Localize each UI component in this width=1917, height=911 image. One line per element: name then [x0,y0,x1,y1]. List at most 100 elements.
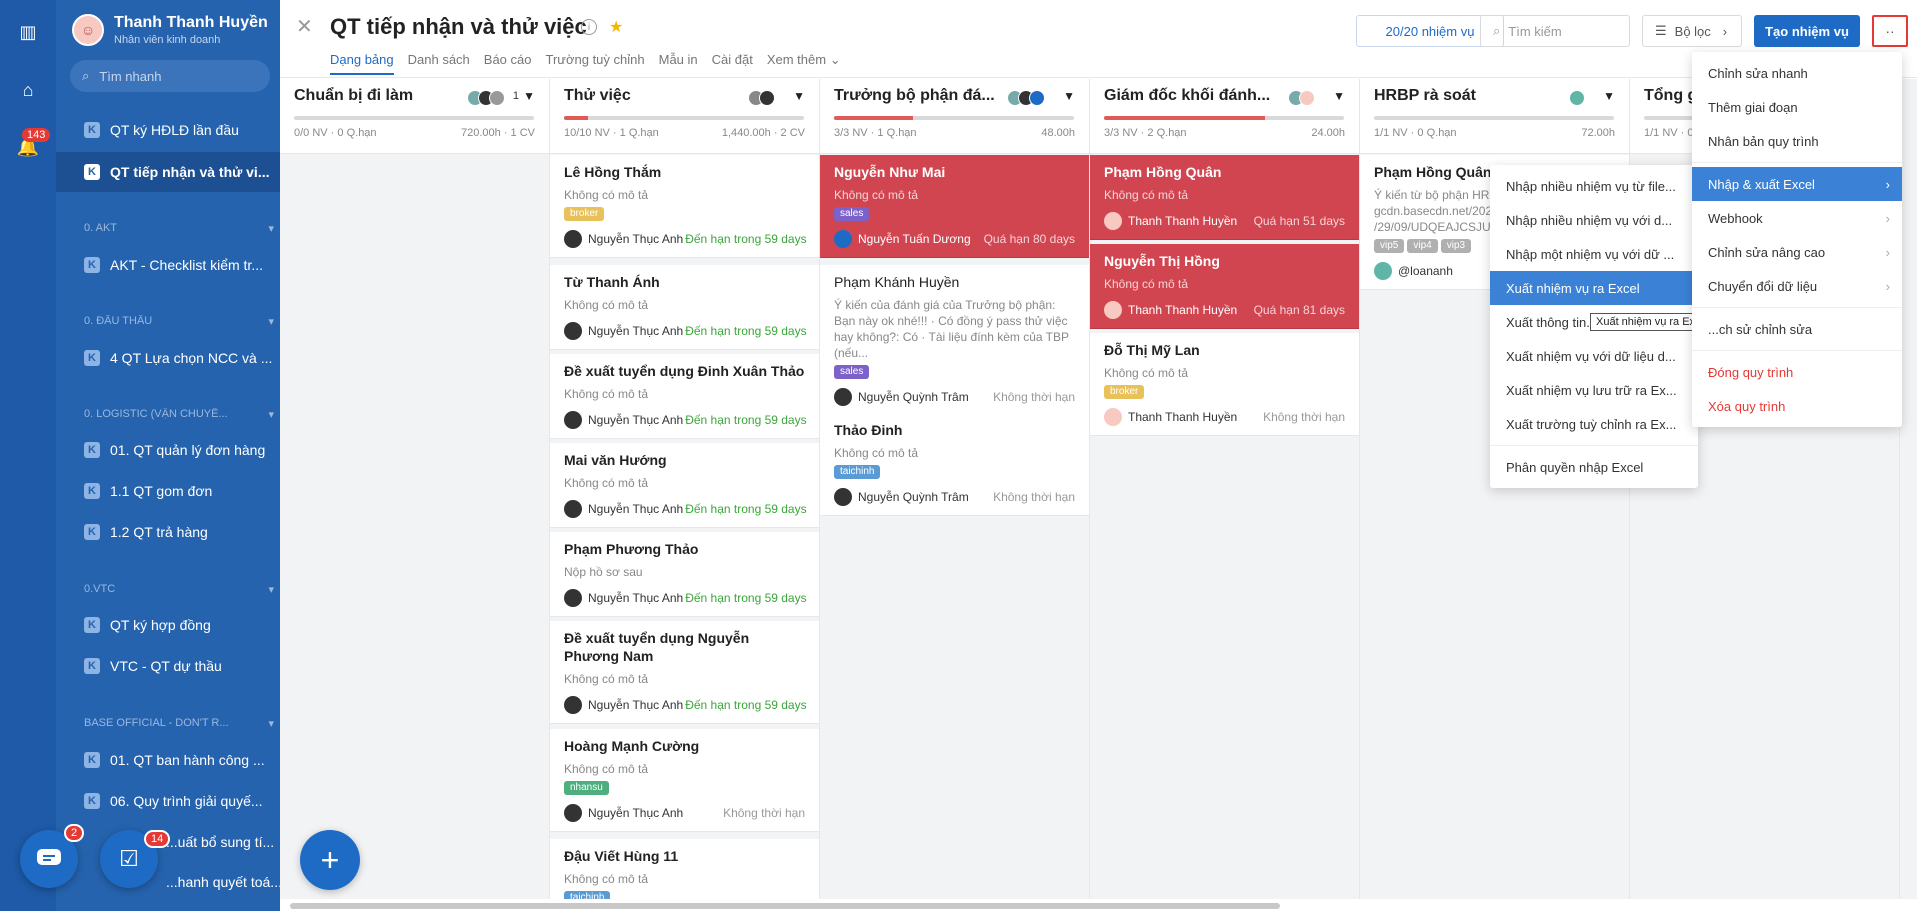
column-header[interactable]: Thử việc ▼ 10/10 NV · 1 Q.hạn 1,440.00h … [550,79,819,154]
task-card[interactable]: Đề xuất tuyển dụng Nguyễn Phương Nam Khô… [550,621,819,724]
tab-custom-fields[interactable]: Trường tuỳ chỉnh [545,52,644,75]
page-title: QT tiếp nhận và thử việc [330,14,587,39]
task-card-overdue[interactable]: Nguyễn Như Mai Không có mô tả sales Nguy… [820,155,1089,258]
sidebar-item[interactable]: K 1.1 QT gom đơn [56,471,280,511]
column-progress-fill [564,116,588,120]
task-card[interactable]: Lê Hồng Thắm Không có mô tả broker Nguyễ… [550,155,819,258]
task-card[interactable]: Mai văn Hướng Không có mô tả Nguyễn Thục… [550,443,819,528]
column-header[interactable]: Chuẩn bị đi làm 1 ▼ 0/0 NV · 0 Q.hạn 720… [280,79,549,154]
menu-item-add-stage[interactable]: Thêm giai đoạn [1692,90,1902,124]
sidebar-item[interactable]: K QT ký HĐLĐ lần đầu [56,110,280,150]
task-card[interactable]: Đỗ Thị Mỹ Lan Không có mô tả broker Than… [1090,333,1359,436]
menu-item-quick-edit[interactable]: Chỉnh sửa nhanh [1692,56,1902,90]
column-header[interactable]: Giám đốc khối đánh... ▼ 3/3 NV · 2 Q.hạn… [1090,79,1359,154]
sidebar-item[interactable]: K AKT - Checklist kiểm tr... [56,245,280,285]
menu-item-import-multiple-with-data[interactable]: Nhập nhiều nhiệm vụ với d... [1490,203,1698,237]
task-card[interactable]: Hoàng Mạnh Cường Không có mô tả nhansu N… [550,729,819,832]
task-card[interactable]: Đậu Viết Hùng 11 Không có mô tả taichinh [550,839,819,899]
sidebar-item[interactable]: K4 QT Lựa chọn NCC và ... [56,338,280,378]
process-icon: K [84,442,100,458]
sidebar-group[interactable]: 0.VTC [84,583,274,595]
task-card[interactable]: Thảo Đinh Không có mô tả taichinh Nguyễn… [820,413,1089,516]
avatar [564,411,582,429]
horizontal-scrollbar[interactable] [290,903,1280,909]
tab-list[interactable]: Danh sách [408,52,470,75]
tag: vip4 [1407,239,1438,253]
process-icon: K [84,793,100,809]
sidebar-group[interactable]: BASE OFFICIAL - DON'T R... [84,717,274,729]
task-card[interactable]: Đề xuất tuyển dụng Đinh Xuân Thảo Không … [550,354,819,439]
add-task-button[interactable]: + [300,830,360,890]
menu-item-close-process[interactable]: Đóng quy trình [1692,355,1902,389]
sidebar-group[interactable]: 0. ĐẤU THẦU [84,315,274,327]
chevron-right-icon: › [1885,278,1890,294]
column-menu-icon[interactable]: ▼ [1333,89,1345,103]
more-options-button[interactable]: ·· [1872,15,1908,47]
task-card[interactable]: Phạm Khánh Huyền Ý kiến của đánh giá của… [820,265,1089,416]
tag: taichinh [834,465,881,479]
tab-more[interactable]: Xem thêm ⌄ [767,52,841,75]
sidebar-item[interactable]: K 01. QT quản lý đơn hàng [56,430,280,470]
chat-icon [37,849,61,865]
sidebar-group[interactable]: 0. AKT [84,222,274,234]
menu-item-advanced-edit[interactable]: Chỉnh sửa nâng cao › [1692,235,1902,269]
sidebar-item[interactable]: K QT ký hợp đồng [56,605,280,645]
menu-item-duplicate-process[interactable]: Nhân bản quy trình [1692,124,1902,158]
tab-settings[interactable]: Cài đặt [712,52,753,75]
menu-item-import-from-file[interactable]: Nhập nhiều nhiệm vụ từ file... [1490,169,1698,203]
star-icon[interactable]: ★ [609,17,623,37]
menu-item-export-tasks-excel[interactable]: Xuất nhiệm vụ ra Excel [1490,271,1698,305]
avatar [834,488,852,506]
search-icon: ⌕ [1493,23,1501,38]
menu-item-convert-data[interactable]: Chuyển đổi dữ liệu › [1692,269,1902,303]
menu-item-import-permission[interactable]: Phân quyền nhập Excel [1490,450,1698,484]
column-header[interactable]: HRBP rà soát ▼ 1/1 NV · 0 Q.hạn 72.00h [1360,79,1629,154]
menu-item-export-archived[interactable]: Xuất nhiệm vụ lưu trữ ra Ex... [1490,373,1698,407]
menu-item-webhook[interactable]: Webhook › [1692,201,1902,235]
tab-print-template[interactable]: Mẫu in [659,52,698,75]
menu-item-edit-history[interactable]: ...ch sử chỉnh sửa [1692,312,1902,346]
menu-item-export-custom-fields[interactable]: Xuất trường tuỳ chỉnh ra Ex... [1490,407,1698,441]
menu-item-delete-process[interactable]: Xóa quy trình [1692,389,1902,423]
task-card-overdue[interactable]: Phạm Hồng Quân Không có mô tả Thanh Than… [1090,155,1359,240]
home-icon[interactable]: ⌂ [16,78,40,102]
sidebar: ☺ Thanh Thanh Huyền Nhân viên kinh doanh… [56,0,280,911]
tab-board[interactable]: Dạng bảng [330,52,394,75]
menu-divider [1490,445,1698,446]
user-profile[interactable]: ☺ Thanh Thanh Huyền Nhân viên kinh doanh [72,14,268,46]
sidebar-item[interactable]: K VTC - QT dự thầu [56,646,280,686]
sidebar-item-active[interactable]: K QT tiếp nhận và thử vi... [56,152,280,192]
tab-report[interactable]: Báo cáo [484,52,532,75]
notification-badge: 143 [22,128,51,142]
search-input[interactable]: ⌕ Tìm kiếm [1480,15,1630,47]
sidebar-item[interactable]: K 06. Quy trình giải quyế... [56,781,280,821]
user-role: Nhân viên kinh doanh [114,34,221,46]
column-header[interactable]: Trưởng bộ phận đá... ▼ 3/3 NV · 1 Q.hạn … [820,79,1089,154]
column-menu-icon[interactable]: ▼ [1603,89,1615,103]
filter-button[interactable]: ☰ Bộ lọc › [1642,15,1742,47]
info-icon[interactable]: i [581,19,597,35]
column-progress [1374,116,1614,120]
app-rail: ▥ ⌂ 🔔 143 [0,0,56,911]
sidebar-group[interactable]: 0. LOGISTIC (VẬN CHUYỂ... [84,408,274,420]
more-options-menu: Chỉnh sửa nhanh Thêm giai đoạn Nhân bản … [1692,52,1902,427]
sidebar-item[interactable]: K 01. QT ban hành công ... [56,740,280,780]
sidebar-item[interactable]: ...hanh quyết toá... [56,862,280,902]
task-card-overdue[interactable]: Nguyễn Thị Hồng Không có mô tả Thanh Tha… [1090,244,1359,329]
process-icon: K [84,350,100,366]
menu-item-export-with-data[interactable]: Xuất nhiệm vụ với dữ liệu d... [1490,339,1698,373]
sidebar-search-input[interactable]: ⌕ Tìm nhanh [70,60,270,92]
task-card[interactable]: Từ Thanh Ánh Không có mô tả Nguyễn Thục … [550,265,819,350]
column-progress-fill [1104,116,1265,120]
create-task-button[interactable]: Tạo nhiệm vụ [1754,15,1860,47]
avatar [1104,212,1122,230]
column-menu-icon[interactable]: ▼ [1063,89,1075,103]
menu-item-import-one-with-data[interactable]: Nhập một nhiệm vụ với dữ ... [1490,237,1698,271]
menu-item-excel[interactable]: Nhập & xuất Excel › [1692,167,1902,201]
app-logo-icon[interactable]: ▥ [16,20,40,44]
column-menu-icon[interactable]: ▼ [523,89,535,103]
task-card[interactable]: Phạm Phương Thảo Nộp hồ sơ sau Nguyễn Th… [550,532,819,617]
process-icon: K [84,617,100,633]
sidebar-item[interactable]: K 1.2 QT trả hàng [56,512,280,552]
column-menu-icon[interactable]: ▼ [793,89,805,103]
